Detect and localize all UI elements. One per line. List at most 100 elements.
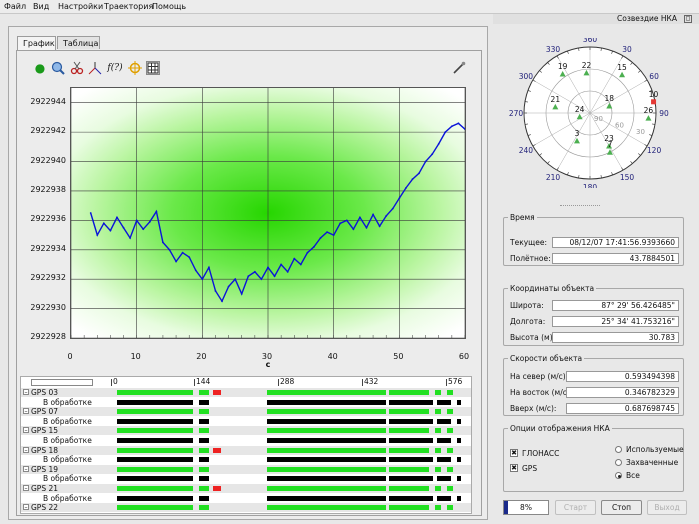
zoom-icon[interactable] [51, 61, 65, 75]
plot-area[interactable] [70, 87, 466, 339]
glonass-label: ГЛОНАСС [522, 449, 560, 458]
tab-table[interactable]: Таблица [57, 36, 100, 49]
data-point [372, 213, 374, 216]
y-tick-label: 2922930 [30, 302, 66, 312]
coverage-bar [199, 438, 209, 443]
data-point [89, 212, 92, 214]
expand-toggle-icon[interactable]: – [23, 446, 29, 453]
captured-radio[interactable] [615, 459, 622, 466]
stop-button[interactable]: Стоп [601, 500, 642, 515]
timeline-subrow[interactable]: В обработке [21, 455, 471, 464]
used-radio[interactable] [615, 446, 622, 453]
satellite-id: 7 [608, 140, 613, 149]
data-point [391, 207, 394, 210]
coverage-bar [457, 476, 461, 482]
coverage-bar [435, 409, 441, 415]
function-icon[interactable]: f(?) [106, 61, 124, 75]
y-tick-label: 2922934 [30, 243, 66, 253]
cut-icon[interactable] [70, 61, 84, 75]
expand-toggle-icon[interactable]: – [23, 408, 29, 415]
timeline-row[interactable]: – GPS 19 [21, 464, 471, 474]
coverage-bar [199, 457, 209, 463]
elevation-label: 30 [636, 128, 645, 136]
data-point [240, 292, 243, 295]
y-tick-label: 2922940 [30, 155, 66, 165]
x-tick-label: 0 [67, 352, 73, 361]
data-point [253, 270, 256, 273]
menu-settings[interactable]: Настройки [58, 2, 103, 11]
menu-file[interactable]: Файл [4, 2, 26, 11]
timeline-row[interactable]: – GPS 21 [21, 484, 471, 493]
exit-button[interactable]: Выход [647, 500, 687, 515]
data-point [168, 248, 171, 251]
timeline-subrow[interactable]: В обработке [21, 436, 471, 445]
float-window-icon[interactable]: ◻ [684, 15, 692, 23]
x-axis-label: c [265, 360, 271, 369]
expand-toggle-icon[interactable]: – [23, 427, 29, 434]
ruler-tick [194, 379, 195, 386]
ruler-label: 144 [196, 377, 211, 386]
all-radio[interactable] [615, 472, 622, 479]
gps-label: GPS [522, 464, 538, 473]
coverage-bar [267, 466, 386, 472]
time-title: Время [508, 213, 537, 222]
data-point [352, 228, 355, 231]
ruler-tick [278, 379, 279, 386]
expand-toggle-icon[interactable]: – [23, 504, 29, 511]
east-speed-label: На восток (м/с): [510, 388, 573, 397]
axes-icon[interactable] [88, 61, 102, 75]
expand-toggle-icon[interactable]: – [23, 485, 29, 492]
x-tick-label: 60 [458, 352, 470, 361]
expand-toggle-icon[interactable]: – [23, 465, 29, 472]
coverage-bar [117, 390, 193, 395]
timeline-row[interactable]: – GPS 22 [21, 503, 471, 513]
flight-time-label: Полётное: [510, 254, 551, 263]
menu-help[interactable]: Помощь [152, 2, 186, 11]
timeline-row[interactable]: – GPS 07 [21, 407, 471, 417]
data-point [411, 178, 414, 181]
menu-trajectory[interactable]: Траектория [104, 2, 153, 11]
coverage-bar [117, 466, 193, 472]
record-icon[interactable]: ● [33, 61, 47, 75]
data-point [201, 278, 204, 281]
crosshair-icon[interactable] [128, 61, 142, 75]
timeline-subrow[interactable]: В обработке [21, 398, 471, 407]
menu-view[interactable]: Вид [33, 2, 49, 11]
timeline-row[interactable]: – GPS 15 [21, 426, 471, 436]
satellite-timeline[interactable]: 0 144 288 432 576 – GPS 03 В обработке – GPS 07 В… [20, 376, 472, 514]
trajectory-line [90, 122, 465, 303]
glonass-checkbox[interactable]: ✖ [510, 449, 518, 457]
splitter-handle[interactable] [560, 205, 600, 206]
satellite-marker[interactable] [651, 99, 657, 105]
y-tick-label: 2922944 [30, 96, 66, 106]
data-point [418, 172, 420, 175]
y-tick-label: 2922928 [30, 332, 66, 341]
azimuth-label: 270 [509, 109, 524, 118]
coverage-bar [435, 466, 441, 472]
timeline-row[interactable]: – GPS 03 [21, 388, 471, 397]
timeline-subrow[interactable]: В обработке [21, 474, 471, 483]
latitude-label: Широта: [510, 301, 544, 310]
elevation-label: 90 [594, 115, 603, 123]
data-point [405, 187, 407, 189]
timeline-row[interactable]: – GPS 18 [21, 445, 471, 455]
data-point [247, 275, 250, 278]
start-button[interactable]: Старт [555, 500, 596, 515]
skyplot-title: Созвездие НКА [493, 14, 699, 24]
coverage-bar [389, 390, 429, 395]
timeline-subrow[interactable]: В обработке [21, 494, 471, 503]
grid-toggle-icon[interactable] [146, 61, 160, 75]
azimuth-label: 360 [583, 38, 598, 44]
tools-icon[interactable] [452, 61, 466, 75]
data-point [260, 278, 263, 281]
gps-checkbox[interactable]: ✖ [510, 464, 518, 472]
tab-graph[interactable]: График [17, 36, 56, 50]
satellite-id: 15 [617, 63, 627, 72]
expand-toggle-icon[interactable]: – [23, 389, 29, 396]
north-speed-label: На север (м/с): [510, 372, 569, 381]
data-point [181, 251, 184, 254]
coverage-bar [199, 390, 209, 395]
north-speed-value: 0.593494398 [566, 371, 679, 382]
timeline-subrow[interactable]: В обработке [21, 417, 471, 426]
coverage-bar [457, 418, 461, 424]
